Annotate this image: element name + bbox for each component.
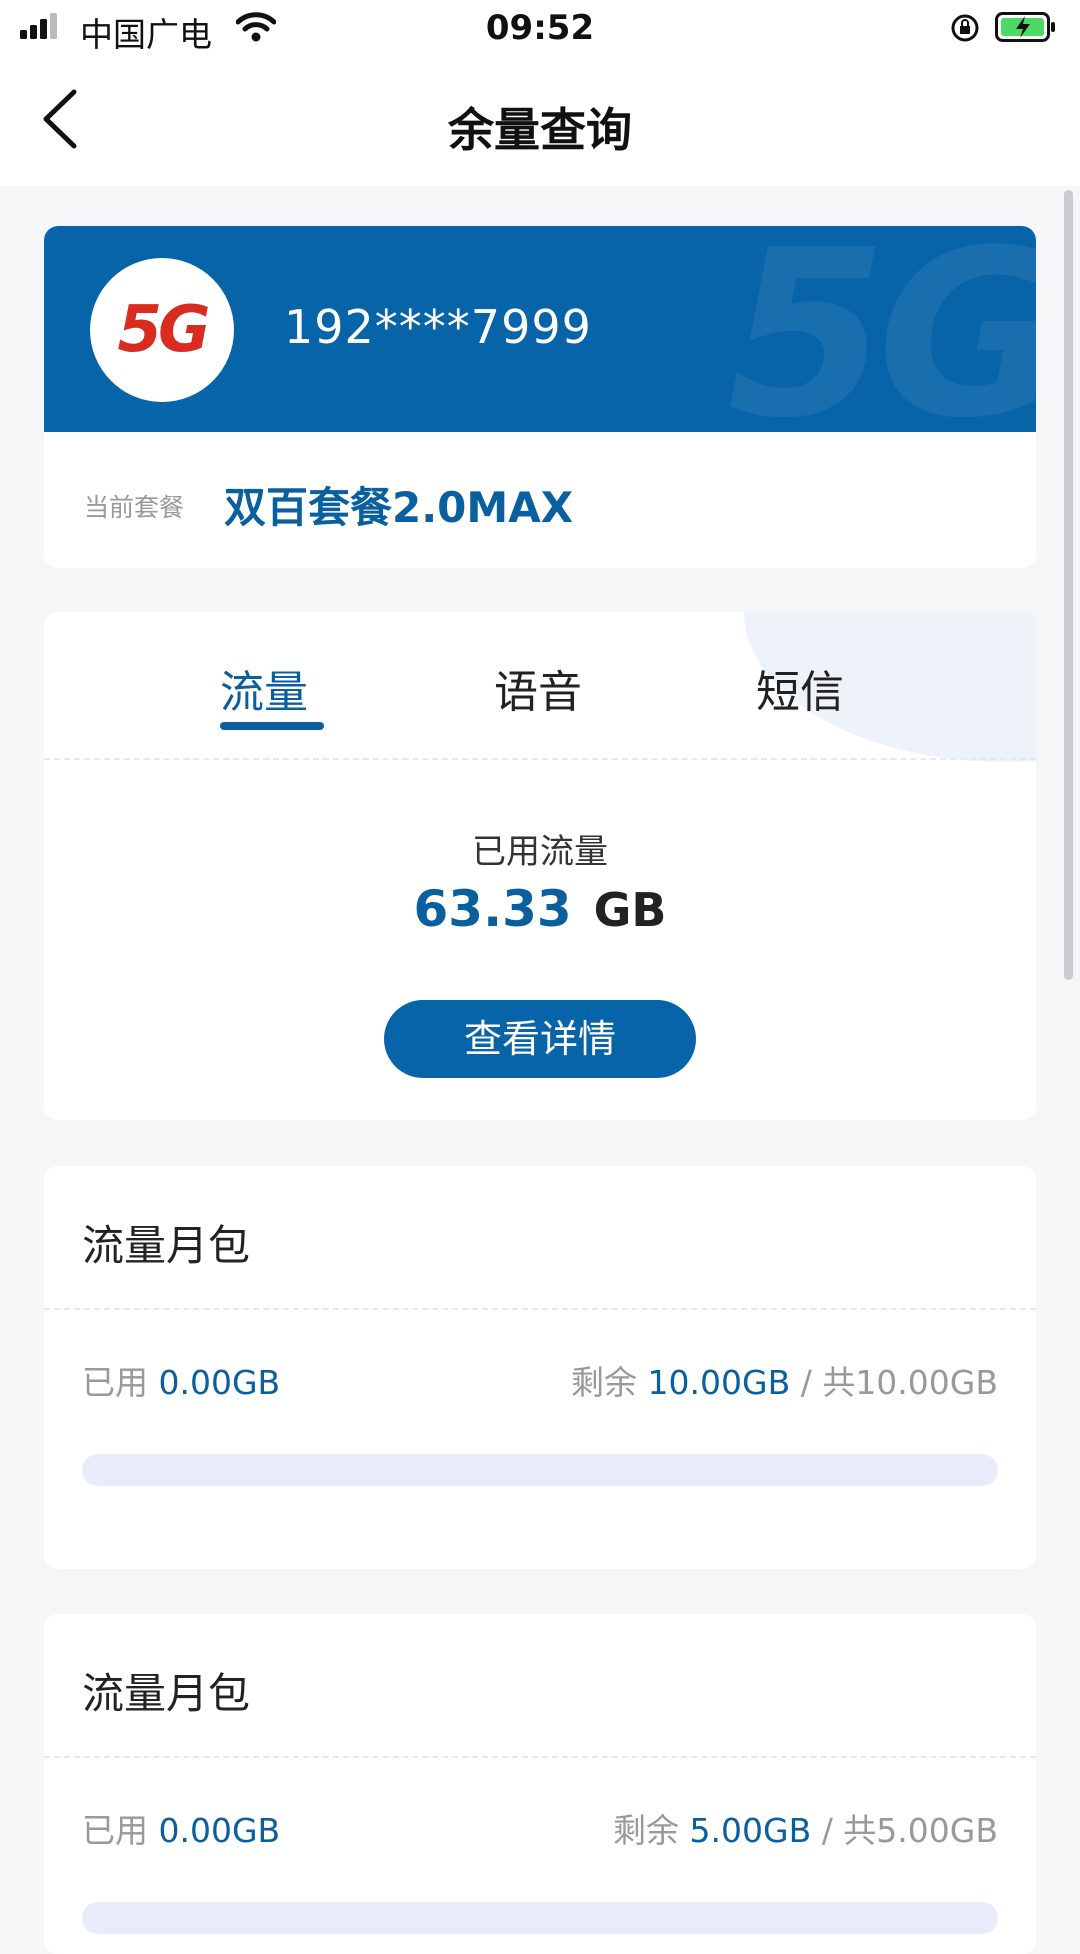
used-data-amount: 63.33 GB <box>44 880 1036 938</box>
usage-card: 流量 语音 短信 已用流量 63.33 GB 查看详情 <box>44 612 1036 1120</box>
divider <box>44 758 1036 760</box>
package-used: 已用 0.00GB <box>82 1356 280 1404</box>
used-data-value: 63.33 <box>413 880 572 938</box>
divider <box>44 1756 1036 1758</box>
used-value: 0.00GB <box>158 1811 281 1850</box>
clock: 09:52 <box>485 8 595 48</box>
plan-name: 双百套餐2.0MAX <box>224 483 574 532</box>
view-details-button[interactable]: 查看详情 <box>384 1000 696 1078</box>
package-used: 已用 0.00GB <box>82 1804 280 1852</box>
usage-progress-bar <box>82 1902 998 1934</box>
5g-watermark: 5G <box>727 226 1036 432</box>
account-card: 5G 5G 192****7999 当前套餐 双百套餐2.0MAX <box>44 226 1036 568</box>
active-tab-indicator <box>220 722 324 730</box>
5g-logo: 5G <box>90 258 234 402</box>
used-value: 0.00GB <box>158 1363 281 1402</box>
tab-data[interactable]: 流量 <box>220 656 308 720</box>
remaining-label: 剩余 <box>613 1811 680 1850</box>
total-value: / 共10.00GB <box>790 1363 998 1402</box>
package-card: 流量月包 已用 0.00GB 剩余 5.00GB / 共5.00GB <box>44 1614 1036 1954</box>
navigation-bar: 余量查询 <box>0 62 1080 186</box>
remaining-label: 剩余 <box>571 1363 638 1402</box>
status-bar: 中国广电 09:52 <box>0 0 1080 62</box>
page-title: 余量查询 <box>448 103 632 157</box>
used-label: 已用 <box>82 1811 148 1850</box>
5g-logo-text: 5G <box>117 293 210 367</box>
package-title: 流量月包 <box>82 1221 251 1270</box>
total-value: / 共5.00GB <box>811 1811 998 1850</box>
tab-voice[interactable]: 语音 <box>494 656 582 720</box>
scrollbar[interactable] <box>1064 190 1073 980</box>
package-title: 流量月包 <box>82 1669 251 1718</box>
package-card: 流量月包 已用 0.00GB 剩余 10.00GB / 共10.00GB <box>44 1166 1036 1569</box>
remaining-value: 10.00GB <box>647 1363 791 1402</box>
used-data-label: 已用流量 <box>472 832 608 872</box>
phone-number: 192****7999 <box>284 300 592 354</box>
account-banner: 5G 5G 192****7999 <box>44 226 1036 432</box>
divider <box>44 1308 1036 1310</box>
tab-sms[interactable]: 短信 <box>756 656 844 720</box>
remaining-value: 5.00GB <box>689 1811 812 1850</box>
used-label: 已用 <box>82 1363 148 1402</box>
package-remaining: 剩余 10.00GB / 共10.00GB <box>571 1356 998 1404</box>
battery-charging-icon <box>995 12 1055 42</box>
plan-label: 当前套餐 <box>84 493 185 522</box>
rotation-lock-icon <box>951 14 979 42</box>
used-data-unit: GB <box>593 883 667 937</box>
package-remaining: 剩余 5.00GB / 共5.00GB <box>613 1804 998 1852</box>
usage-progress-bar <box>82 1454 998 1486</box>
